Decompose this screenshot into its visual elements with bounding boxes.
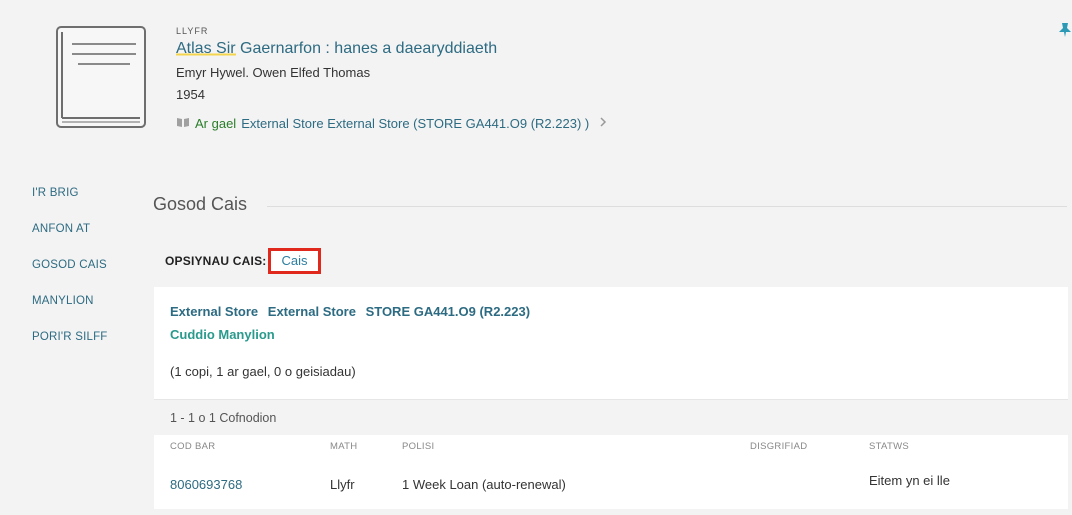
record-title-link[interactable]: Atlas Sir Gaernarfon : hanes a daearyddi… <box>176 40 497 58</box>
request-section-header: Gosod Cais <box>153 194 1067 215</box>
column-header-type: MATH <box>330 441 358 452</box>
record-title-rest: Gaernarfon : hanes a daearyddiaeth <box>235 40 498 57</box>
column-header-policy: POLISI <box>402 441 435 452</box>
chevron-right-icon[interactable] <box>599 116 607 131</box>
records-count: 1 - 1 o 1 Cofnodion <box>170 411 277 425</box>
sidenav-item-request[interactable]: GOSOD CAIS <box>32 259 108 295</box>
record-summary: LLYFR Atlas Sir Gaernarfon : hanes a dae… <box>176 26 607 131</box>
request-options-label: OPSIYNAU CAIS: <box>165 254 267 268</box>
holding-library: External Store <box>170 304 259 319</box>
sidenav-item-top[interactable]: I'R BRIG <box>32 187 108 223</box>
item-barcode-link[interactable]: 8060693768 <box>170 477 242 492</box>
column-header-barcode: COD BAR <box>170 441 216 452</box>
record-type: LLYFR <box>176 26 209 36</box>
book-open-icon <box>176 116 190 131</box>
section-title: Gosod Cais <box>153 194 248 214</box>
request-options: OPSIYNAU CAIS: Cais <box>165 248 321 274</box>
item-type: Llyfr <box>330 477 355 492</box>
item-policy: 1 Week Loan (auto-renewal) <box>402 477 566 492</box>
hide-details-link[interactable]: Cuddio Manylion <box>170 327 275 342</box>
availability-location: External Store External Store (STORE GA4… <box>241 116 590 131</box>
copies-summary: (1 copi, 1 ar gael, 0 o geisiadau) <box>170 364 356 379</box>
record-year: 1954 <box>176 87 205 102</box>
pin-icon[interactable] <box>1058 22 1072 38</box>
side-navigation: I'R BRIG ANFON AT GOSOD CAIS MANYLION PO… <box>32 187 108 367</box>
availability-status: Ar gael <box>195 116 237 131</box>
request-link[interactable]: Cais <box>268 248 321 274</box>
section-divider <box>267 206 1067 207</box>
records-count-bar: 1 - 1 o 1 Cofnodion <box>154 399 1068 435</box>
holdings-panel: External Store External Store STORE GA44… <box>154 287 1068 509</box>
item-status: Eitem yn ei lle <box>869 473 950 488</box>
holding-callnumber: STORE GA441.O9 (R2.223) <box>365 304 531 319</box>
record-title-highlight: Atlas Sir <box>176 40 236 57</box>
book-cover-icon[interactable] <box>56 26 146 128</box>
sidenav-item-send-to[interactable]: ANFON AT <box>32 223 108 259</box>
column-header-description: DISGRIFIAD <box>750 441 808 452</box>
sidenav-item-browse-shelf[interactable]: PORI'R SILFF <box>32 331 108 367</box>
holding-sublocation: External Store <box>267 304 356 319</box>
availability-line[interactable]: Ar gael External Store External Store (S… <box>176 116 607 131</box>
record-author: Emyr Hywel. Owen Elfed Thomas <box>176 65 371 80</box>
sidenav-item-details[interactable]: MANYLION <box>32 295 108 331</box>
column-header-status: STATWS <box>869 441 909 452</box>
holding-location: External Store External Store STORE GA44… <box>170 304 536 319</box>
